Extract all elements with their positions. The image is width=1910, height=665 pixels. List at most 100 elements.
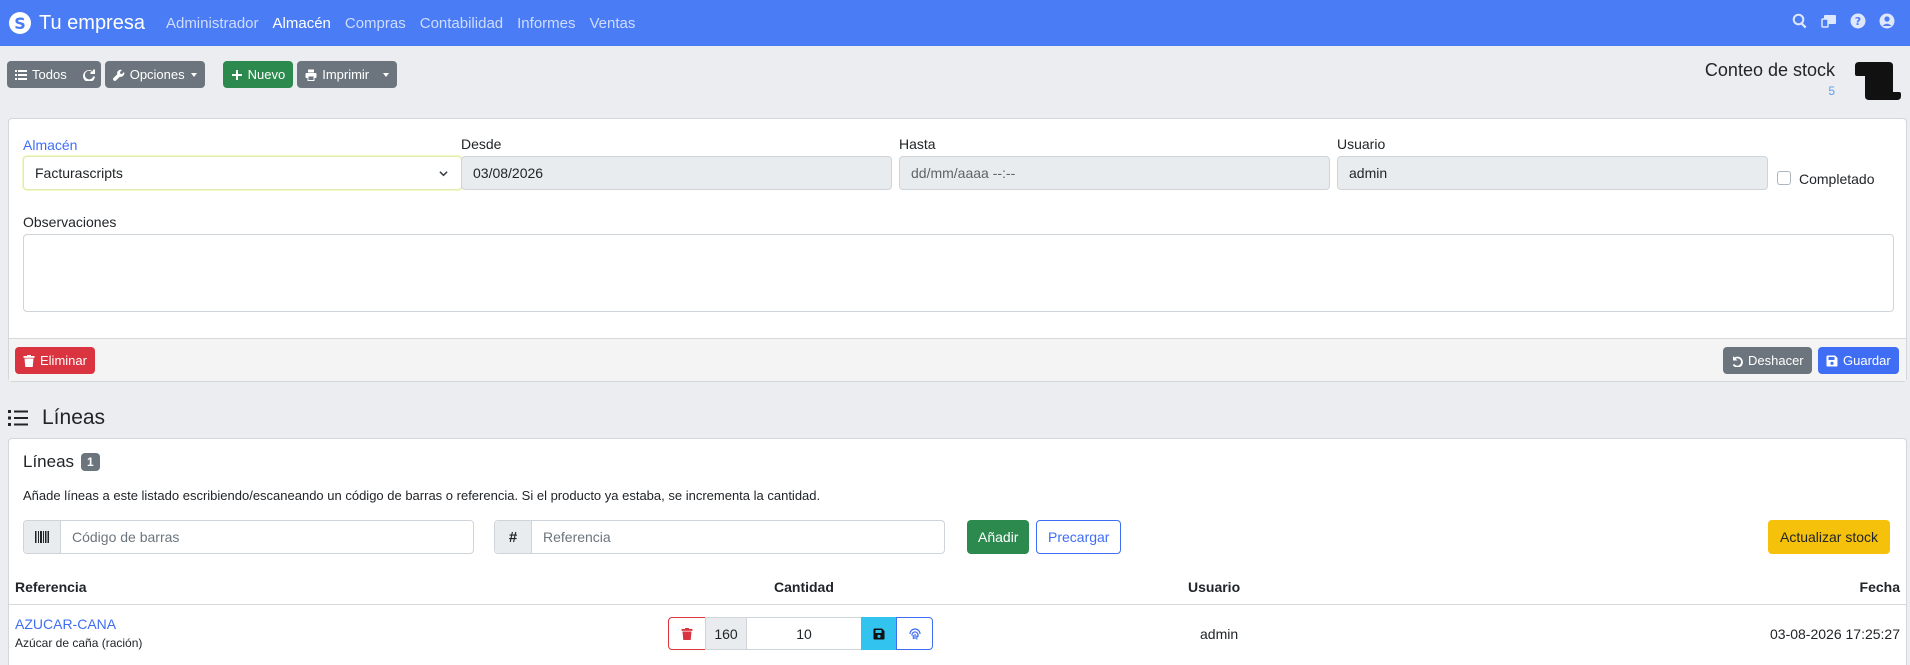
all-records-button[interactable]: Todos [7,61,101,88]
user-icon[interactable] [1878,12,1896,30]
nav-link-almacen[interactable]: Almacén [273,15,331,32]
reference-input-group: # Referencia [494,520,945,554]
trash-icon [681,627,693,640]
help-icon[interactable]: ? [1849,12,1867,30]
lines-card-title: Líneas [23,452,75,471]
save-label: Guardar [1843,353,1891,368]
completado-label: Completado [1799,171,1875,187]
usuario-field[interactable]: admin [1337,156,1768,190]
quantity-input-group: 160 10 [668,617,933,650]
new-label: Nuevo [247,67,286,82]
brand-name: Tu empresa [39,11,145,34]
list-icon [15,69,27,80]
refresh-icon[interactable] [82,69,95,81]
plus-icon [231,69,242,80]
almacen-label: Almacén [23,137,78,153]
nav-links: Administrador Almacén Compras Contabilid… [166,15,649,32]
all-records-label: Todos [32,67,67,82]
lines-section-title: Líneas [42,406,106,429]
fingerprint-icon [908,627,921,639]
scroll-icon [1855,62,1901,100]
hasta-field[interactable]: dd/mm/aaaa --:-- [899,156,1330,190]
line-user: admin [1200,626,1239,642]
swap-icon[interactable] [1820,12,1838,30]
nav-link-informes[interactable]: Informes [517,15,575,32]
lines-card: Líneas 1 Añade líneas a este listado esc… [8,438,1907,665]
print-caret-down-icon[interactable] [383,72,390,77]
search-icon[interactable] [1791,12,1809,30]
top-navbar: S Tu empresa Administrador Almacén Compr… [0,0,1910,46]
usuario-label: Usuario [1337,136,1386,152]
printer-icon [305,69,317,81]
brand[interactable]: S Tu empresa [9,12,145,35]
barcode-icon [24,521,61,553]
current-stock: 160 [705,617,747,650]
hasta-label: Hasta [899,136,936,152]
observaciones-textarea[interactable] [23,234,1894,312]
observaciones-label: Observaciones [23,214,117,230]
save-icon [1826,355,1838,366]
wrench-icon [112,69,124,81]
reference-input[interactable]: Referencia [532,521,611,553]
delete-label: Eliminar [40,353,87,368]
nav-link-contabilidad[interactable]: Contabilidad [420,15,503,32]
desde-label: Desde [461,136,502,152]
quantity-input[interactable]: 10 [746,617,862,650]
lines-section-heading: Líneas [8,406,105,430]
desde-field[interactable]: 03/08/2026 [461,156,892,190]
stock-count-form: Almacén Facturascripts Desde 03/08/2026 … [8,118,1907,382]
lines-card-header: Líneas 1 [23,452,100,472]
barcode-input-group: Código de barras [23,520,474,554]
almacen-value: Facturascripts [35,165,123,181]
desde-value: 03/08/2026 [473,165,544,181]
almacen-select[interactable]: Facturascripts [23,156,462,190]
undo-label: Deshacer [1748,353,1804,368]
preload-button[interactable]: Precargar [1036,520,1122,554]
undo-button[interactable]: Deshacer [1723,347,1812,374]
save-line-button[interactable] [861,617,897,650]
new-button[interactable]: Nuevo [222,61,294,88]
nav-link-compras[interactable]: Compras [345,15,406,32]
save-icon [873,628,885,639]
table-divider [9,604,1906,605]
delete-button[interactable]: Eliminar [15,347,95,374]
svg-text:?: ? [1855,15,1861,28]
hash-icon: # [495,521,532,553]
save-button[interactable]: Guardar [1818,347,1899,374]
barcode-input[interactable]: Código de barras [61,521,179,553]
options-label: Opciones [129,67,185,82]
col-header-cantidad: Cantidad [774,579,834,595]
add-line-button[interactable]: Añadir [967,520,1030,554]
options-dropdown-button[interactable]: Opciones [104,61,205,88]
caret-down-icon [190,72,197,77]
undo-icon [1732,355,1743,367]
print-button[interactable]: Imprimir [297,61,398,88]
col-header-usuario: Usuario [1188,579,1241,595]
toolbar: Todos Opciones Nuevo Imprimir [7,61,398,88]
chevron-down-icon [439,171,448,177]
page-title-block: Conteo de stock 5 [1705,60,1835,98]
product-reference-link[interactable]: AZUCAR-CANA [15,616,116,632]
line-date: 03-08-2026 17:25:27 [1770,626,1900,642]
trash-icon [23,354,35,367]
brand-logo-icon: S [9,12,31,34]
col-header-fecha: Fecha [1859,579,1900,595]
fingerprint-button[interactable] [896,617,933,650]
hasta-placeholder: dd/mm/aaaa --:-- [911,165,1016,181]
lines-description: Añade líneas a este listado escribiendo/… [23,488,821,503]
col-header-referencia: Referencia [15,579,87,595]
update-stock-button[interactable]: Actualizar stock [1768,520,1891,554]
usuario-value: admin [1349,165,1388,181]
form-footer: Eliminar Deshacer Guardar [9,338,1906,381]
lines-count-badge: 1 [81,453,100,471]
nav-link-administrador[interactable]: Administrador [166,15,259,32]
completado-checkbox[interactable] [1777,171,1791,185]
record-count: 5 [1828,84,1835,98]
delete-line-button[interactable] [668,617,706,650]
page-title: Conteo de stock [1704,60,1835,80]
nav-link-ventas[interactable]: Ventas [590,15,636,32]
print-label: Imprimir [322,67,370,82]
list-icon [8,410,28,426]
product-description: Azúcar de caña (ración) [15,636,143,650]
nav-icons: ? [1791,12,1896,30]
